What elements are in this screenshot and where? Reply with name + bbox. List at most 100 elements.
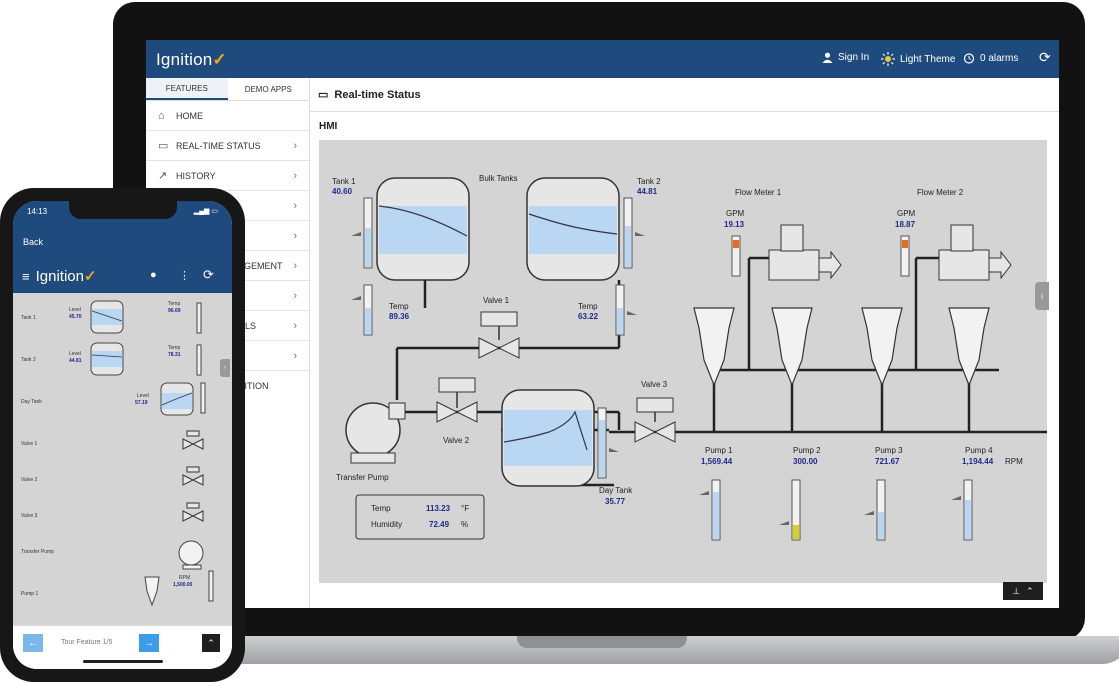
- valve-3[interactable]: [634, 397, 676, 443]
- tab-features[interactable]: FEATURES: [146, 78, 228, 100]
- phone-row-transfer-pump: Transfer Pump: [21, 549, 54, 555]
- day-tank-level-gauge: [597, 407, 619, 479]
- sidebar-tabs: FEATURES DEMO APPS: [146, 78, 309, 101]
- phone-temp-label: Temp: [168, 301, 181, 307]
- phone-frame: 14:13 ▂▄▆ ▭ Back ≡ Ignition✓ ● ⋮ ⟳ Tank …: [0, 188, 245, 682]
- tank-1[interactable]: [376, 177, 470, 281]
- flow-meter-2-unit: GPM: [897, 209, 916, 218]
- tank-2[interactable]: [526, 177, 620, 281]
- chevron-right-icon: ›: [293, 199, 297, 212]
- phone-hmi: Tank 1 Level 45.70 Temp 96.69 Tank 2 Lev…: [13, 293, 232, 625]
- phone-day-tank: [160, 382, 194, 416]
- phone-screen: 14:13 ▂▄▆ ▭ Back ≡ Ignition✓ ● ⋮ ⟳ Tank …: [13, 201, 232, 669]
- menu-icon[interactable]: ≡: [22, 269, 30, 284]
- back-button[interactable]: Back: [23, 237, 43, 247]
- rpm-unit: RPM: [1005, 457, 1023, 466]
- phone-side-toggle[interactable]: ›: [220, 359, 230, 377]
- main-content: ▭ Real-time Status HMI Tank 1 40.60 Bulk…: [310, 78, 1059, 608]
- sign-in-label: Sign In: [838, 52, 870, 63]
- phone-tank-1-temp: 96.69: [168, 308, 181, 314]
- pump-2-label: Pump 2: [793, 446, 821, 455]
- arrow-left-icon: ←: [28, 637, 38, 649]
- section-label: HMI: [319, 121, 338, 132]
- phone-notch: [69, 201, 177, 219]
- home-indicator: [83, 660, 163, 663]
- day-tank[interactable]: [501, 389, 595, 487]
- chevron-up-icon: ⌃: [1026, 585, 1034, 596]
- laptop-screen: Ignition✓ Sign In Light Theme 0 alarms ⟳…: [146, 40, 1059, 608]
- user-icon: [822, 52, 833, 63]
- sidebar-item-real-time-status[interactable]: ▭ REAL-TIME STATUS ›: [146, 131, 309, 161]
- sidebar-item-label: REAL-TIME STATUS: [176, 140, 261, 151]
- more-vert-icon[interactable]: ⋮: [179, 269, 190, 282]
- stage: Ignition✓ Sign In Light Theme 0 alarms ⟳…: [0, 0, 1119, 682]
- sidebar-item-label: HOME: [176, 110, 203, 121]
- temp-2-label: Temp: [578, 302, 598, 311]
- chevron-right-icon: ›: [224, 365, 226, 371]
- collapse-up-button[interactable]: ⌃: [202, 634, 220, 652]
- alarms-button[interactable]: 0 alarms: [963, 52, 1018, 64]
- tab-demo-apps[interactable]: DEMO APPS: [228, 78, 310, 100]
- tank-1-value: 40.60: [332, 187, 353, 196]
- phone-row-valve-3: Valve 3: [21, 513, 38, 519]
- temp-1-value: 89.36: [389, 312, 410, 321]
- refresh-icon[interactable]: ⟳: [203, 267, 214, 283]
- pump-1-value: 1,569.44: [701, 457, 733, 466]
- phone-logo-text: Ignition: [35, 268, 84, 285]
- hmi-panel: Tank 1 40.60 Bulk Tanks Tank 2 44.81 Tem…: [319, 140, 1049, 583]
- phone-time: 14:13: [27, 207, 48, 216]
- env-humidity-unit: %: [461, 520, 469, 529]
- phone-level-label: Level: [69, 351, 81, 357]
- logo-check-icon: ✓: [83, 268, 97, 285]
- phone-tank-1-level: 45.70: [69, 314, 82, 320]
- next-button[interactable]: →: [139, 634, 159, 652]
- arrow-right-icon: →: [144, 637, 154, 649]
- tank-2-level-gauge: [623, 197, 645, 269]
- valve-1[interactable]: [478, 311, 520, 359]
- page-title: Real-time Status: [334, 88, 421, 101]
- pump-4-label: Pump 4: [965, 446, 993, 455]
- transfer-pump[interactable]: [345, 402, 406, 464]
- side-panel-toggle[interactable]: i: [1035, 282, 1049, 310]
- prev-button[interactable]: ←: [23, 634, 43, 652]
- app-logo[interactable]: Ignition✓: [156, 50, 227, 70]
- alarm-clock-icon: [963, 53, 975, 64]
- phone-row-tank-2: Tank 2: [21, 357, 36, 363]
- flow-meter-1-unit: GPM: [726, 209, 745, 218]
- logo-text: Ignition: [156, 50, 213, 69]
- phone-logo[interactable]: Ignition✓: [36, 267, 97, 285]
- valve-1-label: Valve 1: [483, 296, 510, 305]
- flow-meter-2-value: 18.87: [895, 220, 916, 229]
- bulk-tanks-label: Bulk Tanks: [479, 174, 518, 183]
- logo-check-icon: ✓: [212, 50, 227, 69]
- phone-row-valve-2: Valve 2: [21, 477, 38, 483]
- pump-1-label: Pump 1: [705, 446, 733, 455]
- day-tank-value: 35.77: [605, 497, 626, 506]
- phone-transfer-pump: [178, 540, 204, 570]
- chevron-right-icon: ›: [293, 289, 297, 302]
- light-theme-button[interactable]: Light Theme: [881, 52, 955, 66]
- env-temp-label: Temp: [371, 504, 391, 513]
- collapse-button[interactable]: ⊥ ⌃: [1003, 582, 1043, 600]
- user-icon[interactable]: ●: [150, 269, 157, 281]
- chevron-right-icon: ›: [293, 169, 297, 182]
- valve-2[interactable]: [436, 377, 478, 423]
- phone-row-day-tank: Day Tank: [21, 399, 42, 405]
- sign-in-button[interactable]: Sign In: [822, 52, 869, 63]
- phone-rpm-label: RPM: [179, 575, 191, 581]
- pump-1-gauge: [699, 479, 721, 541]
- valve-2-label: Valve 2: [443, 436, 470, 445]
- sidebar-item-history[interactable]: ↗ HISTORY ›: [146, 161, 309, 191]
- phone-tank-2-temp: 78.31: [168, 352, 181, 358]
- env-humidity-value: 72.49: [429, 520, 450, 529]
- flow-meter-2[interactable]: [900, 224, 1012, 281]
- hmi-diagram: [345, 177, 1047, 541]
- phone-pump-1-rpm: 1,500.00: [173, 582, 193, 588]
- pump-3-label: Pump 3: [875, 446, 903, 455]
- pump-3-gauge: [864, 479, 886, 541]
- signal-battery-icon: ▂▄▆ ▭: [193, 208, 218, 215]
- alarms-label: 0 alarms: [980, 52, 1019, 64]
- home-icon: ⌂: [158, 109, 165, 122]
- sidebar-item-home[interactable]: ⌂ HOME: [146, 101, 309, 131]
- refresh-icon[interactable]: ⟳: [1039, 49, 1051, 66]
